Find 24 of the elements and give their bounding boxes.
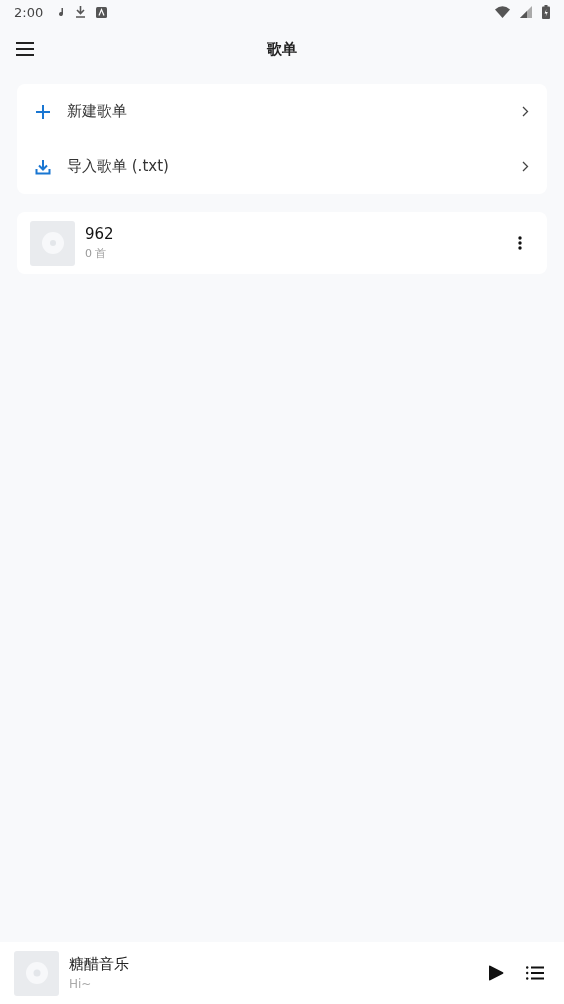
chevron-right-icon — [522, 161, 529, 172]
download-icon — [75, 6, 87, 18]
page-title: 歌单 — [267, 39, 297, 59]
menu-icon — [16, 42, 34, 56]
app-notification-icon — [96, 6, 108, 18]
plus-icon — [35, 104, 51, 119]
wifi-icon — [495, 6, 510, 18]
mini-player[interactable]: 糖醋音乐 Hi~ — [0, 942, 564, 1004]
track-title: 糖醋音乐 — [69, 955, 130, 974]
track-subtitle: Hi~ — [69, 977, 93, 991]
chevron-right-icon — [522, 106, 529, 117]
action-item[interactable]: 导入歌单 (.txt) — [17, 139, 547, 194]
status-time: 2:00 — [14, 4, 44, 20]
action-item[interactable]: 新建歌单 — [17, 84, 547, 139]
download-icon — [35, 158, 51, 175]
more-icon — [518, 236, 522, 250]
playlist-name: 962 — [85, 225, 115, 243]
signal-icon — [520, 6, 532, 18]
list-icon — [526, 966, 544, 980]
song-count: 0 首 — [85, 246, 108, 261]
notification-icon — [59, 8, 66, 16]
play-icon — [488, 965, 504, 981]
playlist-item[interactable]: 962 0 首 — [17, 212, 547, 274]
battery-icon — [542, 5, 550, 19]
